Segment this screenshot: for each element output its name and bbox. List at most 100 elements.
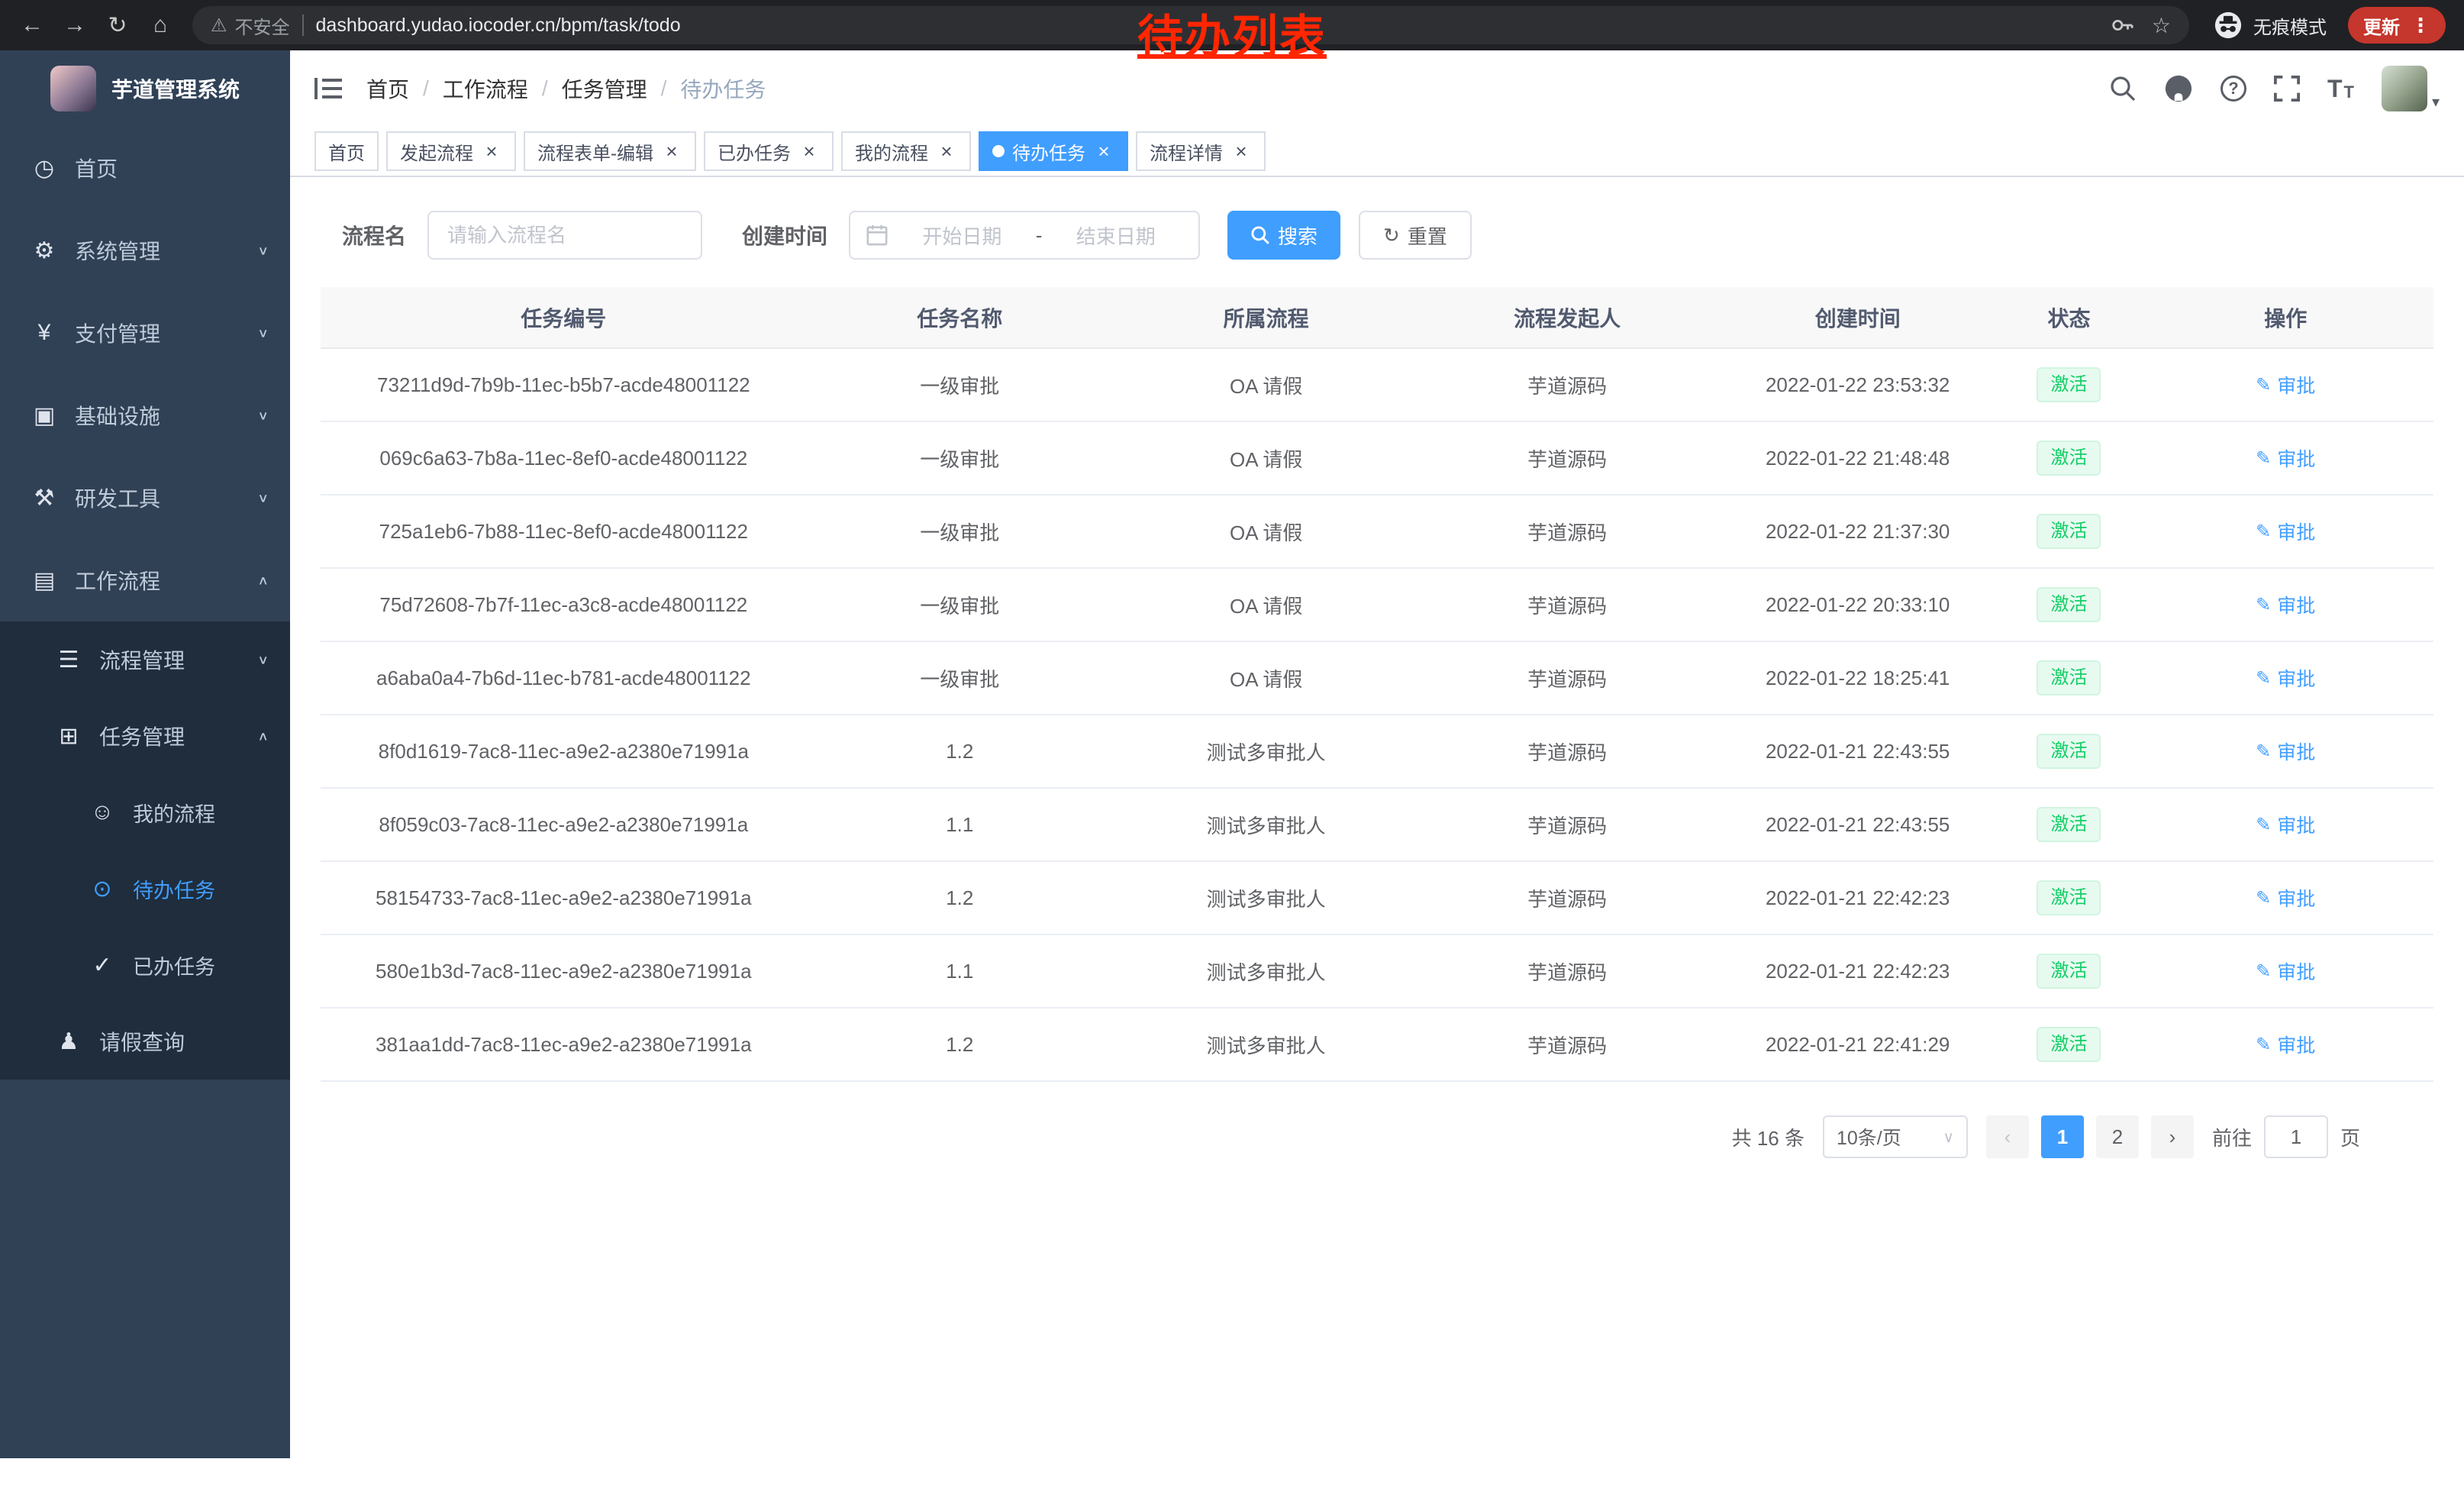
edit-icon: ✎ <box>2256 374 2271 396</box>
start-date-placeholder[interactable]: 开始日期 <box>895 221 1030 250</box>
cell-actions: ✎审批 <box>2137 715 2433 788</box>
bookmark-star-icon[interactable]: ☆ <box>2152 13 2171 38</box>
reset-button[interactable]: ↻ 重置 <box>1359 211 1472 260</box>
breadcrumb-task-mgmt[interactable]: 任务管理 <box>562 73 647 104</box>
chevron-up-icon: ∧ <box>257 728 269 744</box>
yen-icon: ¥ <box>31 320 58 346</box>
help-icon[interactable]: ? <box>2221 76 2246 102</box>
incognito-icon <box>2214 11 2243 40</box>
approve-link[interactable]: ✎审批 <box>2256 444 2315 472</box>
cell-process: OA 请假 <box>1113 421 1419 495</box>
sidebar-fold-icon[interactable] <box>314 78 342 99</box>
monitor-icon: ▣ <box>31 402 58 429</box>
tab-todo-tasks[interactable]: 待办任务 × <box>979 131 1128 171</box>
tools-icon: ⚒ <box>31 485 58 512</box>
cell-task-id: 8f059c03-7ac8-11ec-a9e2-a2380e71991a <box>321 788 807 861</box>
sidebar-item-system[interactable]: ⚙ 系统管理 ∨ <box>0 209 290 292</box>
cell-status: 激活 <box>2001 421 2138 495</box>
prev-page-button[interactable]: ‹ <box>1986 1115 2029 1158</box>
sidebar-item-infrastructure[interactable]: ▣ 基础设施 ∨ <box>0 374 290 457</box>
cell-initiator: 芋道源码 <box>1419 421 1715 495</box>
table-row: 580e1b3d-7ac8-11ec-a9e2-a2380e71991a 1.1… <box>321 934 2433 1008</box>
cell-actions: ✎审批 <box>2137 641 2433 715</box>
tab-home[interactable]: 首页 <box>314 131 379 171</box>
fullscreen-icon[interactable] <box>2274 76 2300 102</box>
cell-task-name: 1.1 <box>807 788 1113 861</box>
user-menu[interactable]: ▾ <box>2382 66 2440 111</box>
app-logo: 芋道管理系统 <box>0 50 290 127</box>
avatar[interactable] <box>2382 66 2427 111</box>
workflow-submenu: ☰ 流程管理 ∨ ⊞ 任务管理 ∧ ☺ 我的流程 ⊙ 待办任务 <box>0 621 290 1080</box>
cell-process: 测试多审批人 <box>1113 1008 1419 1081</box>
sidebar-item-my-process[interactable]: ☺ 我的流程 <box>0 774 290 851</box>
tab-my-process[interactable]: 我的流程 × <box>841 131 971 171</box>
more-menu-icon[interactable]: ⋮ <box>2411 14 2430 37</box>
close-icon[interactable]: × <box>661 140 682 162</box>
cell-created: 2022-01-21 22:43:55 <box>1715 788 2001 861</box>
approve-link[interactable]: ✎审批 <box>2256 371 2315 399</box>
close-icon[interactable]: × <box>1230 140 1252 162</box>
approve-link[interactable]: ✎审批 <box>2256 957 2315 985</box>
close-icon[interactable]: × <box>481 140 502 162</box>
sidebar-item-process-mgmt[interactable]: ☰ 流程管理 ∨ <box>0 621 290 698</box>
chevron-down-icon: ∨ <box>257 652 269 667</box>
sidebar-item-payment[interactable]: ¥ 支付管理 ∨ <box>0 292 290 374</box>
cell-task-id: a6aba0a4-7b6d-11ec-b781-acde48001122 <box>321 641 807 715</box>
process-name-label: 流程名 <box>342 220 406 250</box>
sidebar-item-leave-query[interactable]: ♟ 请假查询 <box>0 1003 290 1080</box>
approve-link[interactable]: ✎审批 <box>2256 664 2315 692</box>
tab-process-detail[interactable]: 流程详情 × <box>1136 131 1266 171</box>
check-icon: ✓ <box>89 952 116 979</box>
process-name-input[interactable] <box>427 211 702 260</box>
date-range-picker[interactable]: 开始日期 - 结束日期 <box>849 211 1200 260</box>
sidebar-item-todo-tasks[interactable]: ⊙ 待办任务 <box>0 851 290 927</box>
address-divider <box>302 15 304 36</box>
sidebar-item-workflow[interactable]: ▤ 工作流程 ∧ <box>0 539 290 621</box>
sidebar-item-done-tasks[interactable]: ✓ 已办任务 <box>0 927 290 1003</box>
search-button[interactable]: 搜索 <box>1227 211 1340 260</box>
approve-link[interactable]: ✎审批 <box>2256 738 2315 765</box>
goto-page-input[interactable] <box>2264 1115 2328 1158</box>
close-icon[interactable]: × <box>798 140 820 162</box>
home-icon[interactable]: ⌂ <box>140 5 180 45</box>
page-2-button[interactable]: 2 <box>2096 1115 2139 1158</box>
page-size-select[interactable]: 10条/页 ∨ <box>1823 1115 1968 1158</box>
sidebar-item-devtools[interactable]: ⚒ 研发工具 ∨ <box>0 457 290 539</box>
approve-link[interactable]: ✎审批 <box>2256 811 2315 838</box>
tab-done-tasks[interactable]: 已办任务 × <box>704 131 834 171</box>
back-icon[interactable]: ← <box>12 5 52 45</box>
approve-link[interactable]: ✎审批 <box>2256 591 2315 618</box>
sidebar-item-task-mgmt[interactable]: ⊞ 任务管理 ∧ <box>0 698 290 774</box>
cell-process: OA 请假 <box>1113 568 1419 641</box>
status-badge: 激活 <box>2037 880 2101 915</box>
security-status[interactable]: ⚠ 不安全 <box>211 12 290 39</box>
next-page-button[interactable]: › <box>2151 1115 2194 1158</box>
update-button[interactable]: 更新 ⋮ <box>2348 7 2446 44</box>
approve-link[interactable]: ✎审批 <box>2256 518 2315 545</box>
github-icon[interactable] <box>2164 74 2193 103</box>
key-icon[interactable] <box>2111 14 2133 37</box>
breadcrumb-workflow[interactable]: 工作流程 <box>443 73 528 104</box>
close-icon[interactable]: × <box>936 140 957 162</box>
breadcrumb-current: 待办任务 <box>680 73 766 104</box>
font-size-icon[interactable]: T T <box>2327 76 2354 101</box>
approve-link[interactable]: ✎审批 <box>2256 884 2315 912</box>
cell-task-id: 58154733-7ac8-11ec-a9e2-a2380e71991a <box>321 861 807 934</box>
cell-task-name: 1.2 <box>807 861 1113 934</box>
forward-icon[interactable]: → <box>55 5 95 45</box>
tab-create-process[interactable]: 发起流程 × <box>386 131 516 171</box>
table-row: 381aa1dd-7ac8-11ec-a9e2-a2380e71991a 1.2… <box>321 1008 2433 1081</box>
close-icon[interactable]: × <box>1093 140 1114 162</box>
reload-icon[interactable]: ↻ <box>98 5 137 45</box>
cell-process: 测试多审批人 <box>1113 934 1419 1008</box>
search-icon[interactable] <box>2109 75 2137 102</box>
end-date-placeholder[interactable]: 结束日期 <box>1048 221 1183 250</box>
tab-form-edit[interactable]: 流程表单-编辑 × <box>524 131 696 171</box>
sidebar-item-home[interactable]: ◷ 首页 <box>0 127 290 209</box>
page-1-button[interactable]: 1 <box>2041 1115 2084 1158</box>
approve-link[interactable]: ✎审批 <box>2256 1031 2315 1058</box>
goto-unit-label: 页 <box>2340 1123 2360 1151</box>
tab-bar: 首页 发起流程 × 流程表单-编辑 × 已办任务 × 我的流程 × 待办任务 × <box>290 127 2464 177</box>
annotation-text: 待办列表 <box>1137 0 1327 66</box>
breadcrumb-home[interactable]: 首页 <box>366 73 409 104</box>
